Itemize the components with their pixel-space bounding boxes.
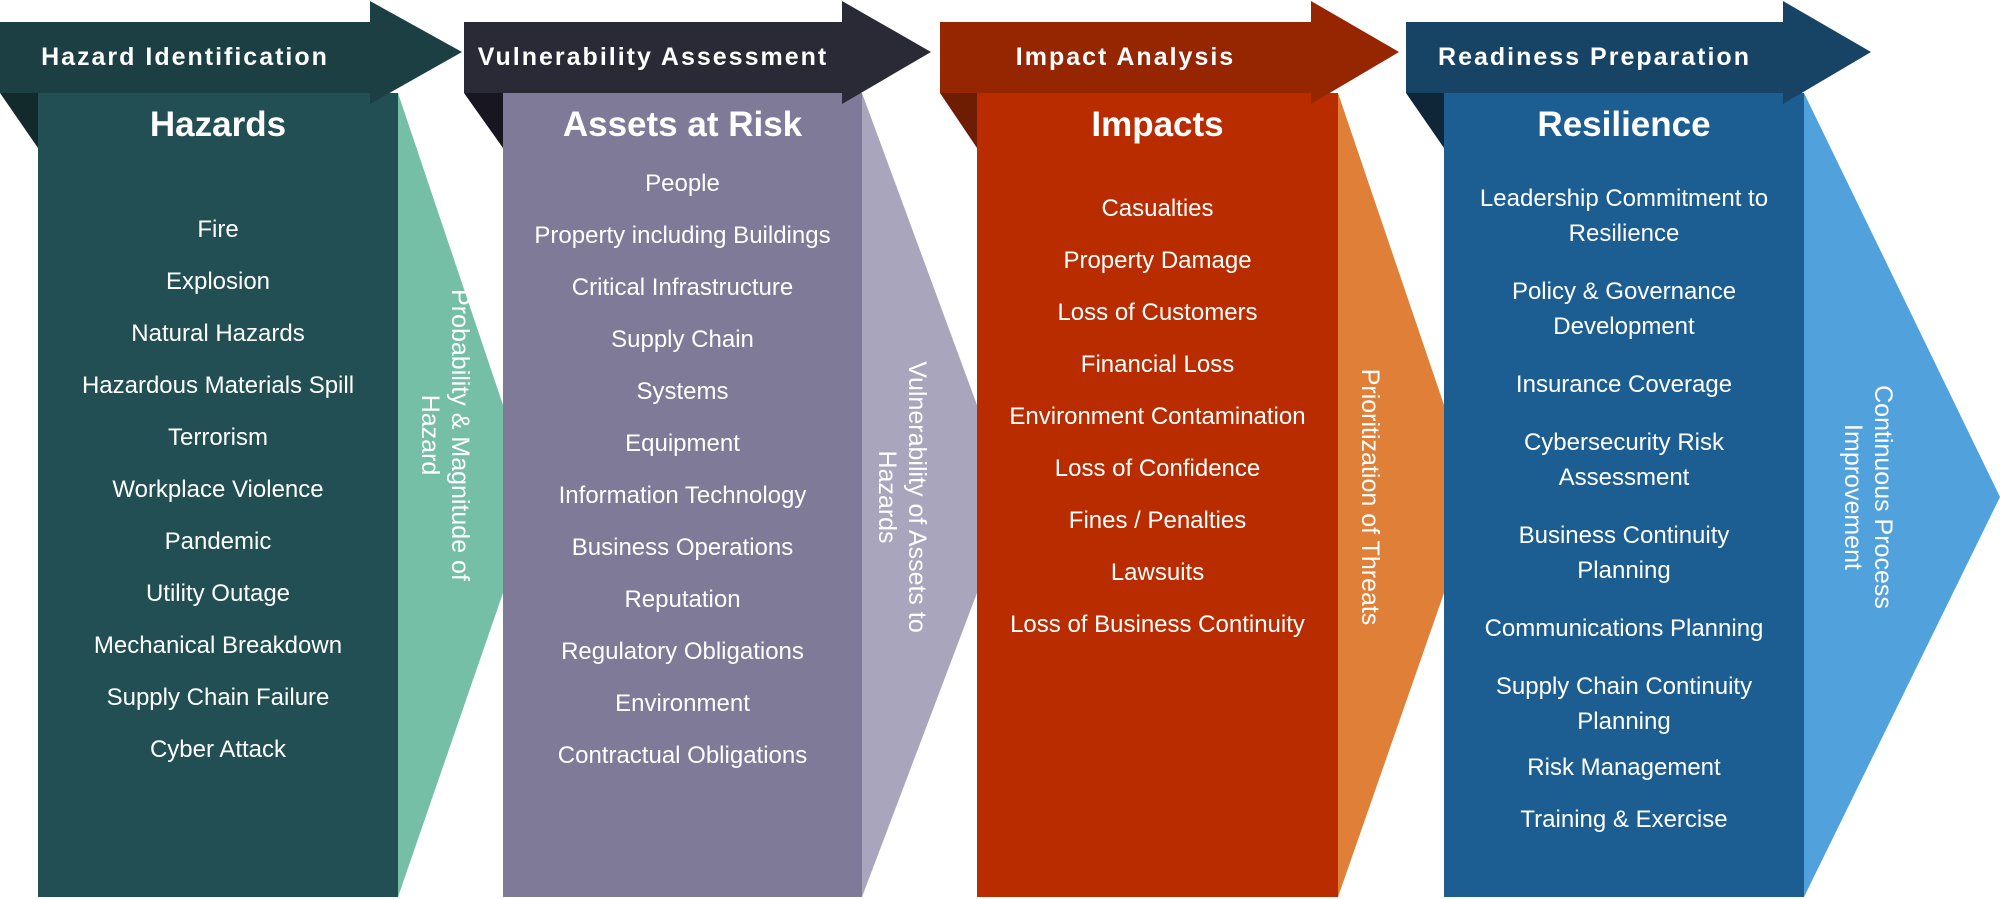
list-item: Casualties bbox=[1101, 195, 1214, 222]
list-item: Loss of Business Continuity bbox=[1010, 611, 1305, 638]
header-fold bbox=[464, 93, 503, 148]
list-item: Environment Contamination bbox=[1009, 403, 1306, 430]
stage-header-hazard-identification: Hazard Identification bbox=[41, 43, 329, 71]
stage-title-resilience: Resilience bbox=[1537, 105, 1711, 144]
list-item: Policy & Governance Development bbox=[1511, 278, 1737, 340]
list-item: Business Continuity Planning bbox=[1518, 522, 1730, 584]
list-item: Explosion bbox=[165, 268, 271, 295]
list-item: Risk Management bbox=[1527, 754, 1721, 781]
assets-list: People Property including Buildings Crit… bbox=[503, 168, 862, 772]
list-item: Financial Loss bbox=[1080, 351, 1235, 378]
list-item: Leadership Commitment to Resilience bbox=[1479, 185, 1769, 247]
list-item: Contractual Obligations bbox=[557, 742, 808, 769]
list-item: Insurance Coverage bbox=[1515, 371, 1733, 398]
list-item: Utility Outage bbox=[145, 580, 291, 607]
side-label-probability-magnitude: Probability & Magnitude of Hazard bbox=[416, 289, 474, 581]
list-item: Equipment bbox=[625, 430, 740, 457]
header-fold bbox=[0, 93, 38, 148]
side-chevron bbox=[1338, 93, 1444, 897]
list-item: Loss of Customers bbox=[1057, 299, 1258, 326]
stage-title-impacts: Impacts bbox=[1091, 105, 1224, 144]
impacts-list: Casualties Property Damage Loss of Custo… bbox=[977, 193, 1338, 641]
list-item: Property Damage bbox=[1063, 247, 1252, 274]
list-item: Cyber Attack bbox=[149, 736, 287, 763]
list-item: Supply Chain Failure bbox=[106, 684, 330, 711]
list-item: Lawsuits bbox=[1110, 559, 1205, 586]
list-item: Information Technology bbox=[558, 482, 807, 509]
list-item: Loss of Confidence bbox=[1054, 455, 1261, 482]
list-item: Communications Planning bbox=[1484, 615, 1764, 642]
list-item: Training & Exercise bbox=[1520, 806, 1728, 833]
list-item: Systems bbox=[636, 378, 729, 405]
list-item: Mechanical Breakdown bbox=[93, 632, 343, 659]
list-item: Terrorism bbox=[168, 424, 268, 451]
list-item: Cybersecurity Risk Assessment bbox=[1523, 429, 1725, 491]
side-chevron bbox=[1804, 93, 2000, 897]
stage-header-impact-analysis: Impact Analysis bbox=[1015, 43, 1236, 71]
stage-title-assets-at-risk: Assets at Risk bbox=[562, 105, 803, 144]
stage-header-readiness-preparation: Readiness Preparation bbox=[1438, 43, 1751, 71]
side-label-continuous-improvement: Continuous Process Improvement bbox=[1839, 385, 1897, 609]
list-item: Fire bbox=[197, 216, 239, 243]
header-fold bbox=[1406, 93, 1444, 148]
header-fold bbox=[940, 93, 977, 148]
list-item: Property including Buildings bbox=[534, 222, 831, 249]
list-item: Fines / Penalties bbox=[1068, 507, 1247, 534]
side-label-vulnerability-of-assets: Vulnerability of Assets to Hazards bbox=[873, 361, 931, 633]
list-item: Workplace Violence bbox=[112, 476, 324, 503]
hazards-list: Fire Explosion Natural Hazards Hazardous… bbox=[38, 214, 398, 766]
list-item: Reputation bbox=[624, 586, 741, 613]
list-item: Natural Hazards bbox=[131, 320, 305, 347]
list-item: Business Operations bbox=[571, 534, 794, 561]
list-item: Regulatory Obligations bbox=[561, 638, 804, 665]
side-label-prioritization-of-threats: Prioritization of Threats bbox=[1356, 368, 1384, 626]
list-item: Critical Infrastructure bbox=[571, 274, 794, 301]
list-item: Hazardous Materials Spill bbox=[81, 372, 355, 399]
list-item: Supply Chain Continuity Planning bbox=[1495, 673, 1753, 735]
list-item: People bbox=[645, 170, 720, 197]
resilience-list: Leadership Commitment to Resilience Poli… bbox=[1454, 181, 1794, 837]
list-item: Environment bbox=[615, 690, 750, 717]
list-item: Pandemic bbox=[164, 528, 272, 555]
stage-header-vulnerability-assessment: Vulnerability Assessment bbox=[477, 43, 829, 71]
list-item: Supply Chain bbox=[611, 326, 754, 353]
stage-title-hazards: Hazards bbox=[149, 105, 287, 144]
